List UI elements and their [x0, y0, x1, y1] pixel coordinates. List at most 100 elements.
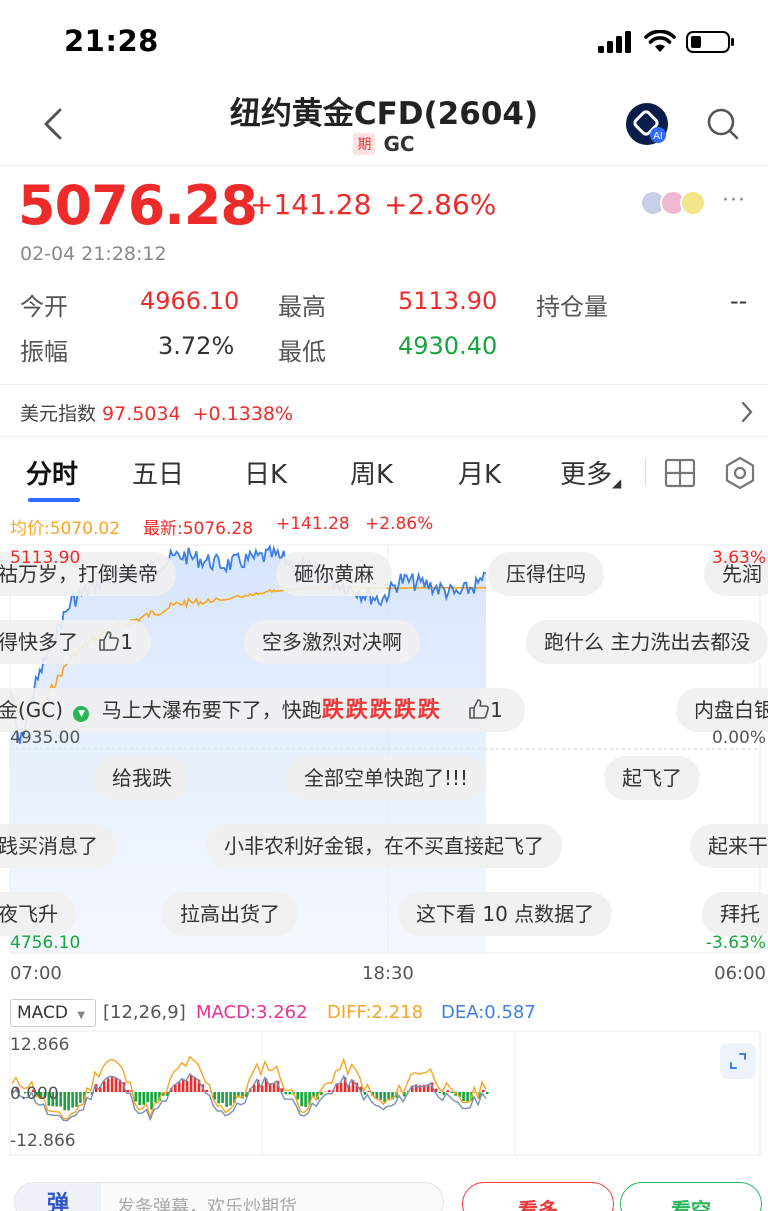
more-icon[interactable]: ··· [722, 188, 746, 213]
open-label: 今开 [20, 293, 68, 321]
danmu-comment-hot[interactable]: 金(GC) ▼ 马上大瀑布要下了，快跑跌跌跌跌跌 1 [0, 688, 525, 732]
macd-bar [154, 1092, 157, 1103]
macd-chart[interactable] [0, 1030, 768, 1158]
tab-intraday[interactable]: 分时 [26, 454, 78, 491]
svg-text:AI: AI [653, 131, 662, 142]
bearish-button[interactable]: 看空 [620, 1182, 762, 1211]
pct-axis-bottom-label: -3.63% [705, 933, 766, 953]
danmu-comment[interactable]: 内盘白银 [676, 688, 768, 732]
macd-bar [446, 1090, 450, 1092]
macd-bar [114, 1077, 118, 1092]
danmu-comment[interactable]: 起来干 [690, 824, 768, 868]
amp-value: 3.72% [158, 332, 235, 360]
stats-divider [0, 384, 768, 385]
diff-value: DIFF:2.218 [327, 1002, 424, 1023]
macd-bar [387, 1092, 390, 1100]
dea-value: DEA:0.587 [441, 1002, 536, 1023]
danmu-comment[interactable]: 全部空单快跑了!!! [286, 756, 487, 800]
y-axis-top-label: 5113.90 [10, 548, 81, 568]
danmu-comment[interactable]: 拉高出货了 [162, 892, 298, 936]
macd-bar [102, 1081, 106, 1092]
usd-index-change: +0.1338% [192, 403, 294, 425]
chevron-down-icon: ▼ [77, 1010, 86, 1021]
macd-bar [126, 1089, 130, 1092]
tab-monthly-k[interactable]: 月K [458, 454, 501, 491]
danmu-source: 金(GC) [0, 698, 64, 722]
danmu-input[interactable]: 弹 发条弹幕，欢乐炒期货 [14, 1182, 444, 1211]
usd-index-row[interactable]: 美元指数 97.5034 +0.1338% [20, 399, 293, 426]
danmu-comment[interactable]: 压得住吗 [488, 552, 604, 596]
latest-change: +141.28 [276, 514, 350, 534]
macd-bar [185, 1080, 189, 1092]
macd-bar [79, 1092, 82, 1103]
battery-icon [686, 31, 734, 53]
ai-assistant-icon[interactable]: AI [625, 102, 669, 146]
macd-bar [87, 1092, 90, 1094]
danmu-placeholder: 发条弹幕，欢乐炒期货 [117, 1197, 297, 1211]
danmu-comment[interactable]: 这下看 10 点数据了 [398, 892, 613, 936]
danmu-comment[interactable]: 砸你黄麻 [276, 552, 392, 596]
search-icon[interactable] [705, 106, 741, 142]
price-change-pct: +2.86% [384, 188, 497, 221]
macd-bar [328, 1090, 331, 1092]
usd-divider [0, 436, 768, 437]
avatar-group[interactable] [640, 190, 706, 216]
status-time: 21:28 [64, 24, 159, 58]
tab-five-day[interactable]: 五日 [132, 454, 184, 491]
danmu-comment[interactable]: 给我跌 [94, 756, 190, 800]
settings-icon[interactable] [724, 456, 756, 490]
danmu-comment[interactable]: 拜托 [702, 892, 768, 936]
macd-bar [193, 1077, 197, 1092]
macd-bar [466, 1092, 469, 1102]
thumbs-up-icon [468, 691, 490, 735]
danmu-toggle[interactable]: 弹 [15, 1183, 101, 1211]
thumbs-up-icon [98, 623, 120, 667]
chevron-right-icon[interactable] [740, 400, 754, 424]
bullish-button[interactable]: 看多 [462, 1182, 614, 1211]
pct-axis-mid-label: 0.00% [711, 728, 766, 748]
macd-bar [229, 1092, 232, 1106]
avatar [680, 190, 706, 216]
indicator-select[interactable]: MACD ▼ [10, 999, 96, 1027]
macd-bar [450, 1092, 454, 1094]
open-value: 4966.10 [140, 287, 240, 315]
macd-y-bottom-label: -12.866 [10, 1131, 76, 1151]
tab-daily-k[interactable]: 日K [244, 454, 287, 491]
macd-bar [189, 1075, 193, 1092]
danmu-comment[interactable]: 小非农利好金银，在不买直接起飞了 [206, 824, 562, 868]
macd-y-mid-label: 0.000 [10, 1084, 59, 1104]
indicator-select-label: MACD [17, 1003, 68, 1023]
danmu-comment[interactable]: 跑什么 主力洗出去都没 [526, 620, 768, 664]
layout-grid-icon[interactable] [664, 458, 696, 488]
danmu-comment[interactable]: 得快多了 1 [0, 620, 152, 667]
macd-bar [138, 1092, 141, 1106]
macd-bar [146, 1092, 149, 1103]
macd-bar [217, 1092, 220, 1104]
latest-change-pct: +2.86% [365, 514, 434, 534]
danmu-comment[interactable]: 空多激烈对决啊 [244, 620, 420, 664]
code-label: GC [383, 132, 415, 156]
last-price: 5076.28 [18, 174, 258, 237]
macd-bar [67, 1092, 70, 1111]
latest-price: 最新:5076.28 [143, 519, 254, 539]
macd-bar [71, 1092, 74, 1108]
intraday-chart[interactable] [0, 540, 768, 960]
macd-bar [142, 1092, 145, 1105]
expand-icon [730, 1053, 746, 1069]
tab-more-label: 更多 [560, 460, 613, 490]
tab-weekly-k[interactable]: 周K [350, 454, 393, 491]
tab-more[interactable]: 更多◢ [560, 454, 621, 491]
danmu-comment[interactable]: 践买消息了 [0, 824, 116, 868]
macd-bar [75, 1092, 78, 1107]
danmu-hot-text: 跌跌跌跌跌 [321, 698, 442, 723]
danmu-comment[interactable]: 夜飞升 [0, 892, 76, 936]
macd-bar [284, 1092, 288, 1095]
y-axis-mid-label: 4935.00 [10, 728, 81, 748]
macd-bar [106, 1078, 110, 1092]
expand-chart-button[interactable] [720, 1043, 756, 1079]
macd-bar [177, 1082, 181, 1092]
danmu-comment[interactable]: 起飞了 [604, 756, 700, 800]
avg-price: 均价:5070.02 [10, 519, 121, 539]
like-count: 1 [120, 630, 134, 654]
macd-bar [150, 1092, 153, 1110]
